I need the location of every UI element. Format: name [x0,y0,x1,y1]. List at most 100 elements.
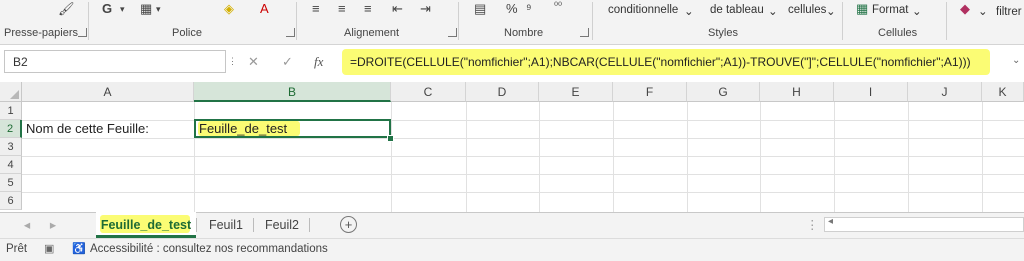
tab-scroll-next-button[interactable]: ▸ [46,213,60,237]
fill-color-icon[interactable]: ◈ [224,1,234,17]
gridline [613,102,614,212]
tab-separator [196,218,197,232]
conditional-formatting-button[interactable]: conditionnelle [608,4,678,16]
sheet-tab-feuil1[interactable]: Feuil1 [200,213,252,237]
status-ready: Prêt [6,243,28,255]
column-header-k[interactable]: K [982,82,1024,102]
column-header-b[interactable]: B [194,82,391,102]
name-box-dropdown-icon[interactable]: ⋮ [228,56,237,67]
tab-split-handle-icon[interactable]: ⋮ [806,213,819,237]
tab-scroll-prev-button[interactable]: ◂ [20,213,34,237]
align-left-icon[interactable]: ≡ [312,1,320,16]
cell-styles-button[interactable]: cellules [788,4,826,16]
row-header-3[interactable]: 3 [0,138,22,156]
enter-icon[interactable]: ✓ [282,54,293,70]
number-launcher-icon[interactable] [580,28,589,37]
name-box[interactable]: B2 [4,50,226,73]
format-as-table-button[interactable]: de tableau [710,4,764,16]
row-header-4[interactable]: 4 [0,156,22,174]
row-header-5[interactable]: 5 [0,174,22,192]
alignment-launcher-icon[interactable] [448,28,457,37]
bold-button[interactable]: G [102,1,112,16]
sheet-tab-feuille-de-test[interactable]: Feuille_de_test [96,213,196,237]
column-header-g[interactable]: G [687,82,760,102]
tab-separator [309,218,310,232]
accessibility-icon[interactable]: ♿ [72,242,86,255]
horizontal-scrollbar[interactable]: ◂ [824,216,1024,232]
gridline [908,102,909,212]
sheet-tab-feuil2[interactable]: Feuil2 [256,213,308,237]
bold-dropdown-icon[interactable]: ▾ [120,4,125,15]
comma-style-icon[interactable]: ⁹ [526,1,532,16]
eraser-caret: ⌄ [978,6,988,18]
column-header-e[interactable]: E [539,82,613,102]
column-header-f[interactable]: F [613,82,687,102]
gridline [982,102,983,212]
group-label-styles: Styles [708,27,738,39]
gridline [22,120,1024,121]
gridline [687,102,688,212]
column-header-j[interactable]: J [908,82,982,102]
gridline [760,102,761,212]
clipboard-launcher-icon[interactable] [78,28,87,37]
separator [592,2,593,40]
cell-a2[interactable]: Nom de cette Feuille: [26,121,149,136]
borders-dropdown-icon[interactable]: ▾ [156,4,161,15]
expand-formula-bar-icon[interactable]: ⌄ [1012,55,1020,66]
borders-icon[interactable]: ▦ [140,1,152,17]
formula-input[interactable]: =DROITE(CELLULE("nomfichier";A1);NBCAR(C… [342,49,990,75]
insert-function-icon[interactable]: fx [314,54,323,70]
align-center-icon[interactable]: ≡ [338,1,346,16]
separator [296,2,297,40]
tab-separator [253,218,254,232]
column-header-a[interactable]: A [22,82,194,102]
group-label-clipboard: Presse-papiers [4,27,78,39]
status-bar: Prêt ▣ ♿ Accessibilité : consultez nos r… [0,238,1024,261]
cancel-icon[interactable]: ✕ [248,54,259,70]
format-button[interactable]: Format [872,4,908,16]
gridline [466,102,467,212]
row-header-6[interactable]: 6 [0,192,22,210]
separator [88,2,89,40]
macro-record-icon[interactable]: ▣ [44,242,54,255]
column-header-i[interactable]: I [834,82,908,102]
select-all-button[interactable] [0,82,22,102]
accessibility-status[interactable]: Accessibilité : consultez nos recommanda… [90,243,328,255]
align-right-icon[interactable]: ≡ [364,1,372,16]
column-header-d[interactable]: D [466,82,539,102]
column-header-c[interactable]: C [391,82,466,102]
separator [842,2,843,40]
gridline [22,138,1024,139]
cell-b2[interactable]: Feuille_de_test [199,121,287,136]
conditional-caret: ⌄ [684,6,694,18]
gridline [22,156,1024,157]
gridline [22,192,1024,193]
group-label-number: Nombre [504,27,544,39]
font-launcher-icon[interactable] [286,28,295,37]
increase-decimal-button[interactable]: ⁰⁰ [554,1,562,12]
row-header-2[interactable]: 2 [0,120,22,138]
group-label-font: Police [172,27,202,39]
ribbon: 🖌 G ▾ ▦ ▾ ◈ A ≡ ≡ ≡ ⇤ ⇥ ▤ % ⁹ ⁰⁰ conditi… [0,0,1024,45]
separator [946,2,947,40]
gridline [834,102,835,212]
scroll-left-icon[interactable]: ◂ [828,216,833,227]
table-caret: ⌄ [768,6,778,18]
eraser-icon[interactable]: ◆ [960,1,970,17]
accounting-format-icon[interactable]: ▤ [474,1,486,17]
column-header-h[interactable]: H [760,82,834,102]
sort-filter-button[interactable]: filtrer [996,6,1022,18]
percent-button[interactable]: % [506,1,518,16]
font-color-icon[interactable]: A [260,1,269,16]
format-cells-icon: ▦ [856,1,869,16]
gridline [391,102,392,212]
add-sheet-button[interactable]: + [340,216,357,233]
separator [458,2,459,40]
indent-decrease-icon[interactable]: ⇤ [392,1,403,17]
format-caret: ⌄ [912,6,922,18]
row-header-1[interactable]: 1 [0,102,22,120]
cellstyles-caret: ⌄ [826,6,836,18]
fill-handle[interactable] [387,135,394,142]
indent-increase-icon[interactable]: ⇥ [420,1,431,17]
format-painter-icon[interactable]: 🖌 [58,1,75,17]
